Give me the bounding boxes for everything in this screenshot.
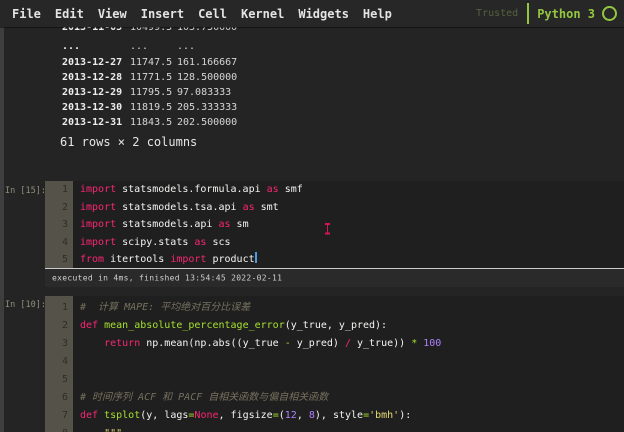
- kernel-area: Trusted Python 3: [476, 3, 624, 24]
- table-cell: 2013-12-29: [62, 86, 123, 98]
- menu-bar: File Edit View Insert Cell Kernel Widgets Help …: [0, 0, 624, 27]
- table-cell: 11771.5: [130, 71, 173, 83]
- jupyter-notebook-window: { "menu": { "items": ["File", "Edit", "V…: [0, 0, 624, 432]
- code-line: return np.mean(np.abs((y_true - y_pred) …: [104, 338, 442, 349]
- line-number: 2: [61, 320, 68, 331]
- table-summary: 61 rows × 2 columns: [60, 135, 198, 149]
- line-number: 7: [61, 410, 68, 421]
- code-cell-functions[interactable]: 1 2 3 4 5 6 7 8 # 计算 MAPE: 平均绝对百分比误差 def mean_ab…: [45, 296, 624, 432]
- line-number: 3: [61, 219, 68, 230]
- table-row-ellipsis: .........: [0, 40, 624, 53]
- table-row: 2013-12-29 11795.5 97.083333: [0, 86, 624, 99]
- table-row: 2013-12-31 11843.5 202.500000: [0, 116, 624, 129]
- code-line: # 计算 MAPE: 平均绝对百分比误差: [80, 302, 251, 313]
- code-line: # 时间序列 ACF 和 PACF 自相关函数与偏自相关函数: [80, 392, 329, 403]
- code-line: """: [80, 425, 624, 432]
- table-cell: 103.750000: [177, 27, 238, 33]
- line-number: 1: [61, 184, 68, 195]
- table-cell: ...: [130, 41, 149, 52]
- line-number: 8: [45, 425, 73, 432]
- menu-item-insert[interactable]: Insert: [141, 7, 184, 21]
- table-cell: 2013-12-27: [62, 56, 123, 68]
- trusted-label: Trusted: [476, 8, 519, 19]
- table-cell: 11843.5: [130, 116, 173, 128]
- table-cell: 2013-11-05: [62, 27, 123, 33]
- input-prompt-cell2: In [10]:: [5, 300, 46, 310]
- line-number: 5: [61, 254, 68, 265]
- kernel-name: Python 3: [537, 6, 595, 21]
- text-caret: [254, 252, 257, 263]
- table-cell: 10499.5: [130, 27, 173, 33]
- table-cell: 2013-12-28: [62, 71, 123, 83]
- dataframe-output: 61 rows × 2 columns 2013-11-05 10499.5 103…: [0, 27, 624, 160]
- line-number: 1: [61, 302, 68, 313]
- table-cell: 205.333333: [177, 101, 238, 113]
- table-row: 2013-12-30 11819.5 205.333333: [0, 101, 624, 114]
- line-number: 6: [61, 392, 68, 403]
- menu-item-help[interactable]: Help: [363, 7, 392, 21]
- menu-item-edit[interactable]: Edit: [55, 7, 84, 21]
- execute-status: executed in 4ms, finished 13:54:45 2022-…: [52, 273, 283, 283]
- menu-item-file[interactable]: File: [12, 7, 41, 21]
- table-row: 2013-12-28 11771.5 128.500000: [0, 71, 624, 84]
- table-cell: 11819.5: [130, 101, 173, 113]
- menu-item-kernel[interactable]: Kernel: [241, 7, 284, 21]
- code-line: import statsmodels.tsa.api as smt: [80, 201, 279, 213]
- code-cell-imports[interactable]: 1 2 3 4 5 import statsmodels.formula.api as …: [45, 181, 624, 269]
- table-cell: 202.500000: [177, 116, 238, 128]
- line-number-gutter: 1 2 3 4 5 6 7 8: [45, 296, 73, 432]
- line-number: 2: [61, 201, 68, 213]
- kernel-status-icon: [602, 6, 617, 21]
- table-row: 2013-12-27 11747.5 161.166667: [0, 56, 624, 69]
- kernel-separator: [527, 3, 530, 24]
- code-editor[interactable]: import statsmodels.formula.api as smf imp…: [73, 181, 624, 268]
- code-line: from itertools import product: [80, 252, 257, 265]
- mouse-text-cursor-icon: [324, 223, 331, 234]
- line-number: 3: [61, 338, 68, 349]
- table-cell: 128.500000: [177, 71, 238, 83]
- table-row-clipped: 2013-11-05 10499.5 103.750000: [0, 27, 624, 34]
- menu-item-widgets[interactable]: Widgets: [298, 7, 349, 21]
- table-cell: ...: [177, 41, 196, 52]
- table-cell: 2013-12-30: [62, 101, 123, 113]
- table-cell: 2013-12-31: [62, 116, 123, 128]
- code-line: def mean_absolute_percentage_error(y_tru…: [80, 320, 388, 331]
- table-cell: ...: [62, 41, 81, 52]
- line-number-gutter: 1 2 3 4 5: [45, 181, 73, 268]
- line-number: 4: [61, 236, 68, 248]
- code-line: import statsmodels.api as sm: [80, 219, 249, 230]
- input-prompt-cell1: In [15]:: [5, 186, 46, 196]
- menu-item-cell[interactable]: Cell: [198, 7, 227, 21]
- table-cell: 97.083333: [177, 86, 232, 98]
- code-line: def tsplot(y, lags=None, figsize=(12, 8)…: [80, 410, 412, 421]
- line-number: 5: [61, 374, 68, 385]
- menu-items: File Edit View Insert Cell Kernel Widgets Help: [0, 7, 392, 21]
- table-cell: 11795.5: [130, 86, 173, 98]
- table-cell: 161.166667: [177, 56, 238, 68]
- line-number: 4: [61, 356, 68, 367]
- code-line: import scipy.stats as scs: [80, 236, 231, 248]
- menu-item-view[interactable]: View: [98, 7, 127, 21]
- code-editor[interactable]: # 计算 MAPE: 平均绝对百分比误差 def mean_absolute_pe…: [73, 296, 624, 432]
- execute-time-bar: executed in 4ms, finished 13:54:45 2022-…: [45, 269, 624, 287]
- code-line: import statsmodels.formula.api as smf: [80, 184, 303, 195]
- table-cell: 11747.5: [130, 56, 173, 68]
